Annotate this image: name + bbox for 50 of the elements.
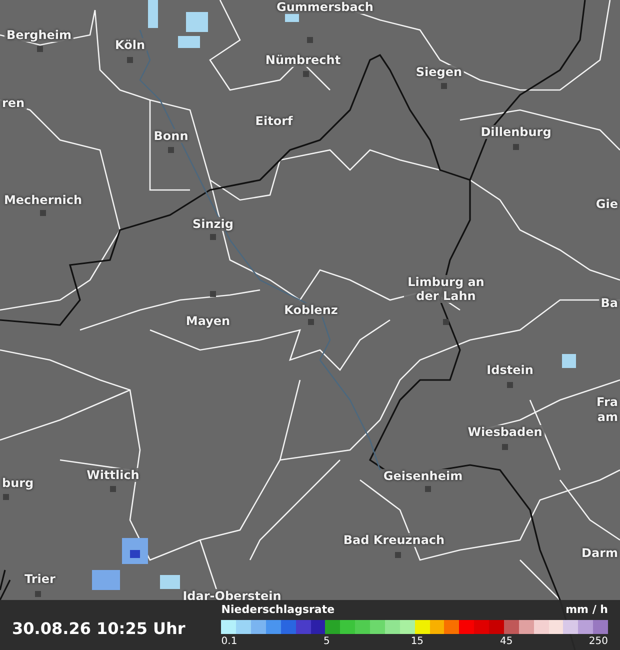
town-label: Bergheim xyxy=(4,28,74,42)
town-marker xyxy=(3,494,9,500)
town-marker xyxy=(210,291,216,297)
town-marker xyxy=(308,319,314,325)
tick-label: 45 xyxy=(500,636,513,646)
tick-label: 5 xyxy=(324,636,330,646)
tick-label: 15 xyxy=(410,636,424,646)
town-label: Bad Kreuznach xyxy=(341,533,447,547)
legend-title: Niederschlagsrate xyxy=(221,602,335,616)
town-label: Siegen xyxy=(414,65,464,79)
town-label: Sinzig xyxy=(190,217,236,231)
town-marker xyxy=(127,57,133,63)
town-label: Köln xyxy=(113,38,147,52)
town-marker xyxy=(35,591,41,597)
town-marker xyxy=(307,37,313,43)
town-label: Gie xyxy=(594,197,620,211)
town-marker xyxy=(425,486,431,492)
town-label: Wiesbaden xyxy=(466,425,544,439)
town-label: ren xyxy=(0,96,27,110)
town-label: Trier xyxy=(22,572,58,586)
town-marker xyxy=(395,552,401,558)
tick-label: 0.1 xyxy=(221,636,238,646)
town-label: Nümbrecht xyxy=(263,53,343,67)
town-marker xyxy=(210,234,216,240)
town-marker xyxy=(168,147,174,153)
town-label: Ba xyxy=(598,296,620,310)
town-marker xyxy=(40,210,46,216)
town-label: Fra xyxy=(594,395,620,409)
town-marker xyxy=(441,83,447,89)
unit-label: mm / h xyxy=(566,602,608,616)
town-label: Bonn xyxy=(152,129,190,143)
town-marker xyxy=(443,319,449,325)
town-label: Idstein xyxy=(484,363,536,377)
town-label: Mayen xyxy=(184,314,232,328)
town-marker xyxy=(507,382,513,388)
town-marker xyxy=(502,444,508,450)
town-marker xyxy=(110,486,116,492)
town-marker xyxy=(513,144,519,150)
town-label: Geisenheim xyxy=(381,469,465,483)
town-label: Koblenz xyxy=(282,303,340,317)
town-label: Wittlich xyxy=(84,468,142,482)
town-label: Gummersbach xyxy=(274,0,376,14)
timestamp: 30.08.26 10:25 Uhr xyxy=(12,618,186,638)
town-label: Dillenburg xyxy=(478,125,554,139)
town-marker xyxy=(303,71,309,77)
town-label: burg xyxy=(0,476,36,490)
tick-label: 250 xyxy=(588,636,608,646)
town-label: Darm xyxy=(580,546,620,560)
town-label: Eitorf xyxy=(253,114,295,128)
town-marker xyxy=(37,46,43,52)
